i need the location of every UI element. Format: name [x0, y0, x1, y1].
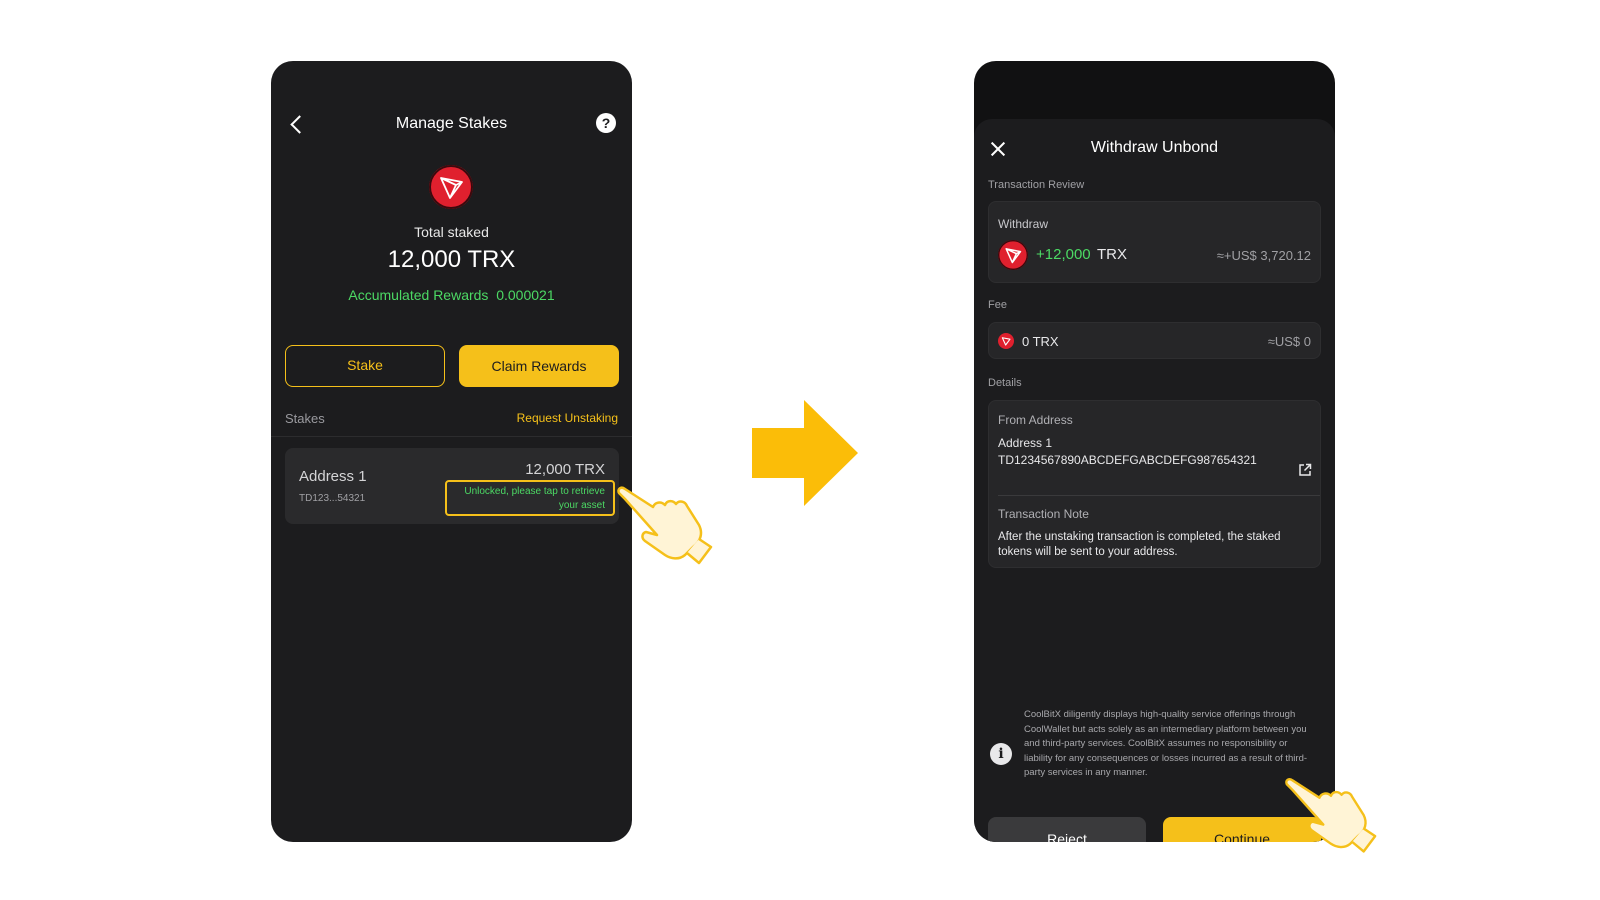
pointing-hand-icon	[1285, 778, 1377, 853]
sheet-title: Withdraw Unbond	[1090, 139, 1219, 156]
manage-stakes-screen: Manage Stakes ? Total staked 12,000 TRX …	[271, 61, 632, 842]
withdraw-usd-value: ≈+US$ 3,720.12	[1216, 248, 1311, 263]
pointing-hand-icon	[617, 486, 713, 565]
fee-card: 0 TRX ≈US$ 0	[988, 322, 1321, 359]
fee-usd-value: ≈US$ 0	[1267, 334, 1311, 349]
rewards-label: Accumulated Rewards	[348, 287, 489, 303]
page-title: Manage Stakes	[395, 115, 508, 132]
divider	[998, 495, 1320, 496]
tron-logo-icon	[998, 333, 1014, 349]
fee-amount: 0 TRX	[1022, 334, 1059, 349]
from-address-label: From Address	[998, 413, 1073, 427]
transaction-review-label: Transaction Review	[988, 179, 1085, 191]
stake-address-name: Address 1	[299, 468, 367, 485]
claim-rewards-button[interactable]: Claim Rewards	[459, 345, 619, 387]
stake-amount: 12,000 TRX	[525, 461, 605, 478]
rewards-value: 0.000021	[496, 287, 555, 303]
header: Manage Stakes ?	[271, 109, 632, 141]
withdraw-unit: TRX	[1097, 246, 1127, 263]
transaction-note-label: Transaction Note	[998, 507, 1089, 521]
next-step-arrow-icon	[752, 400, 858, 506]
details-card: From Address Address 1 TD1234567890ABCDE…	[988, 400, 1321, 568]
withdraw-label: Withdraw	[998, 217, 1049, 231]
divider	[271, 436, 632, 437]
reject-button[interactable]: Reject	[988, 817, 1146, 842]
from-address-name: Address 1	[998, 436, 1053, 450]
details-label: Details	[988, 377, 1022, 389]
disclaimer-text: CoolBitX diligently displays high-qualit…	[1024, 709, 1308, 778]
request-unstaking-link[interactable]: Request Unstaking	[517, 411, 618, 425]
fee-label: Fee	[988, 299, 1007, 311]
transaction-note-text: After the unstaking transaction is compl…	[998, 531, 1281, 558]
bottom-sheet: Withdraw Unbond Transaction Review Withd…	[974, 119, 1335, 842]
tron-logo-icon	[998, 240, 1028, 270]
from-address-value: TD1234567890ABCDEFGABCDEFG987654321	[998, 453, 1257, 467]
stakes-label: Stakes	[285, 411, 325, 426]
stake-button[interactable]: Stake	[285, 345, 445, 387]
help-icon[interactable]: ?	[596, 113, 616, 133]
stake-list-item[interactable]: Address 1 TD123...54321 12,000 TRX Unloc…	[285, 448, 619, 524]
total-staked-amount: 12,000 TRX	[387, 246, 516, 273]
withdraw-card: Withdraw +12,000 TRX ≈+US$ 3,720.12	[988, 201, 1321, 283]
stake-address-short: TD123...54321	[299, 493, 366, 504]
total-staked-label: Total staked	[414, 224, 489, 240]
tron-logo-icon	[429, 165, 473, 209]
unlocked-status-link[interactable]: Unlocked, please tap to retrieve your as…	[445, 480, 615, 516]
external-link-icon[interactable]	[1298, 463, 1312, 477]
info-icon: i	[990, 743, 1012, 765]
withdraw-unbond-screen: Withdraw Unbond Transaction Review Withd…	[974, 61, 1335, 842]
accumulated-rewards: Accumulated Rewards 0.000021	[271, 287, 632, 303]
withdraw-amount: +12,000	[1036, 246, 1091, 263]
